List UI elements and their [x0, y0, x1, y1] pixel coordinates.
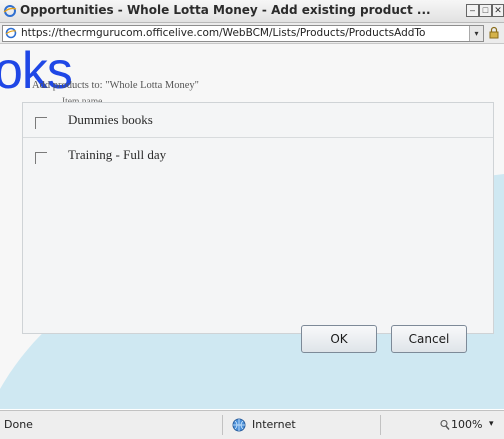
add-products-label: Add products to: "Whole Lotta Money" — [32, 80, 199, 91]
window-title-bar: Opportunities - Whole Lotta Money - Add … — [0, 0, 504, 23]
ie-app-icon — [3, 5, 17, 17]
list-item[interactable]: Training - Full day — [23, 138, 493, 172]
item-label: Dummies books — [68, 112, 153, 127]
status-separator — [380, 415, 381, 435]
close-button[interactable]: ✕ — [492, 4, 504, 17]
ok-button[interactable]: OK — [301, 325, 377, 353]
item-checkbox[interactable] — [35, 117, 47, 129]
zoom-dropdown-icon[interactable]: ▾ — [489, 419, 494, 429]
minimize-button[interactable]: – — [466, 4, 479, 17]
security-lock-icon[interactable] — [487, 26, 501, 40]
url-text: https://thecrmgurucom.officelive.com/Web… — [21, 27, 426, 39]
product-list: Dummies books Training - Full day — [22, 102, 494, 334]
page-content: oks Add products to: "Whole Lotta Money"… — [0, 44, 504, 409]
url-dropdown-button[interactable]: ▾ — [469, 26, 483, 41]
cancel-button[interactable]: Cancel — [391, 325, 467, 353]
security-zone-label: Internet — [252, 418, 296, 431]
list-item[interactable]: Dummies books — [23, 103, 493, 138]
item-checkbox[interactable] — [35, 152, 47, 164]
window-title: Opportunities - Whole Lotta Money - Add … — [20, 3, 431, 17]
status-separator — [222, 415, 223, 435]
maximize-button[interactable]: □ — [479, 4, 492, 17]
internet-zone-icon — [232, 418, 246, 432]
status-bar: Done Internet 100% ▾ — [0, 410, 504, 439]
zoom-icon — [440, 419, 450, 430]
status-text: Done — [4, 418, 33, 431]
url-field[interactable]: https://thecrmgurucom.officelive.com/Web… — [2, 25, 484, 42]
address-bar: https://thecrmgurucom.officelive.com/Web… — [0, 23, 504, 44]
page-icon — [5, 27, 17, 39]
item-label: Training - Full day — [68, 147, 167, 162]
zoom-level[interactable]: 100% — [451, 418, 482, 431]
